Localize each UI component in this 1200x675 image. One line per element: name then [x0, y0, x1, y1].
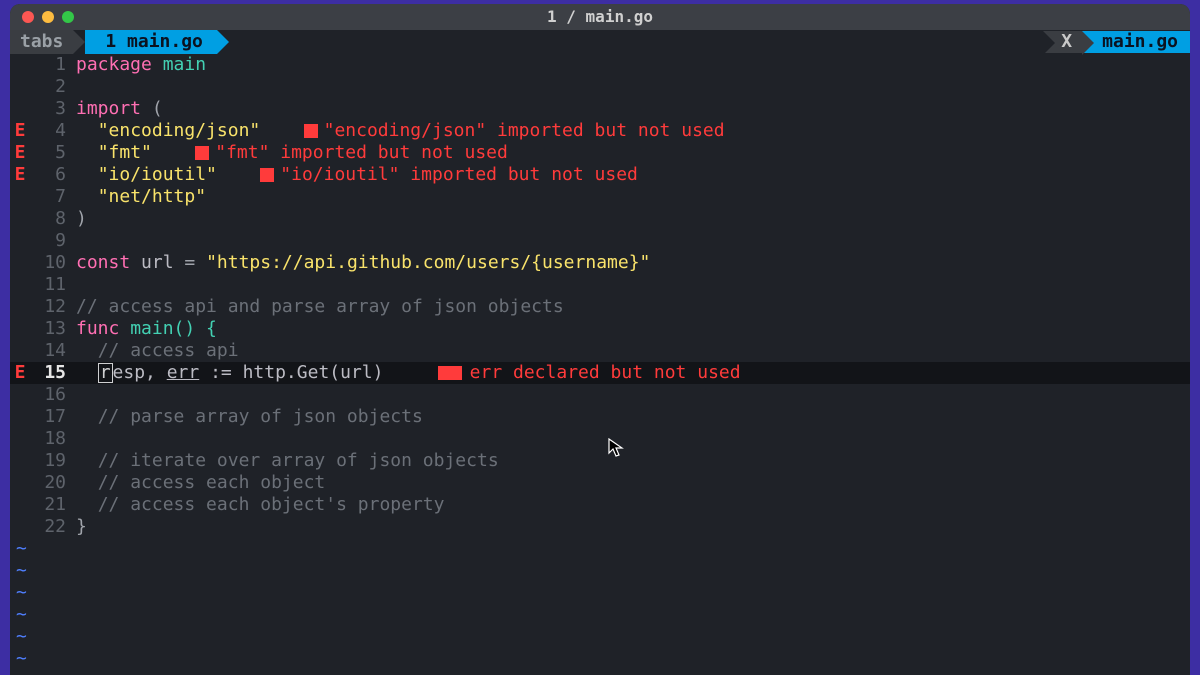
error-icon	[438, 366, 462, 380]
line-number: 15	[30, 362, 76, 384]
line-number: 4	[30, 120, 76, 142]
diag-err: err declared but not used	[470, 362, 741, 383]
line-number: 6	[30, 164, 76, 186]
empty-line-tilde: ~	[10, 648, 30, 670]
empty-line-tilde: ~	[10, 538, 30, 560]
empty-line-tilde: ~	[10, 604, 30, 626]
line-number: 5	[30, 142, 76, 164]
error-icon	[195, 146, 209, 160]
diag-fmt: "fmt" imported but not used	[215, 142, 508, 163]
error-marker: E	[10, 142, 30, 164]
line-number: 12	[30, 296, 76, 318]
error-marker: E	[10, 164, 30, 186]
line-number: 11	[30, 274, 76, 296]
empty-line-tilde: ~	[10, 582, 30, 604]
line-number: 8	[30, 208, 76, 230]
line-number: 13	[30, 318, 76, 340]
line-number: 9	[30, 230, 76, 252]
title-bar[interactable]: 1 / main.go	[10, 4, 1190, 30]
line-number: 18	[30, 428, 76, 450]
error-marker: E	[10, 120, 30, 142]
line-number: 22	[30, 516, 76, 538]
editor-window: 1 / main.go tabs 1 main.go X main.go 1pa…	[10, 4, 1190, 675]
line-number: 17	[30, 406, 76, 428]
line-number: 1	[30, 54, 76, 76]
line-number: 7	[30, 186, 76, 208]
code-editor[interactable]: 1package main 2 3import ( E4 "encoding/j…	[10, 54, 1190, 675]
line-number: 2	[30, 76, 76, 98]
line-number: 10	[30, 252, 76, 274]
tabline-tabs-label: tabs	[10, 30, 73, 54]
empty-line-tilde: ~	[10, 560, 30, 582]
error-marker: E	[10, 362, 30, 384]
line-number: 3	[30, 98, 76, 120]
tab-main-go[interactable]: 1 main.go	[85, 30, 217, 54]
cursor: r	[98, 363, 113, 383]
tab-close-button[interactable]: X	[1043, 31, 1082, 53]
line-number: 19	[30, 450, 76, 472]
diag-json: "encoding/json" imported but not used	[324, 120, 725, 141]
tabline-filename[interactable]: main.go	[1082, 31, 1190, 53]
mouse-cursor-icon	[608, 438, 624, 458]
error-icon	[304, 124, 318, 138]
line-number: 20	[30, 472, 76, 494]
line-number: 14	[30, 340, 76, 362]
current-line[interactable]: E15 resp, err := http.Get(url) err decla…	[10, 362, 1190, 384]
tab-bar: tabs 1 main.go X main.go	[10, 30, 1190, 54]
diag-ioutil: "io/ioutil" imported but not used	[280, 164, 638, 185]
error-icon	[260, 168, 274, 182]
empty-line-tilde: ~	[10, 626, 30, 648]
line-number: 21	[30, 494, 76, 516]
line-number: 16	[30, 384, 76, 406]
window-title: 1 / main.go	[10, 4, 1190, 30]
